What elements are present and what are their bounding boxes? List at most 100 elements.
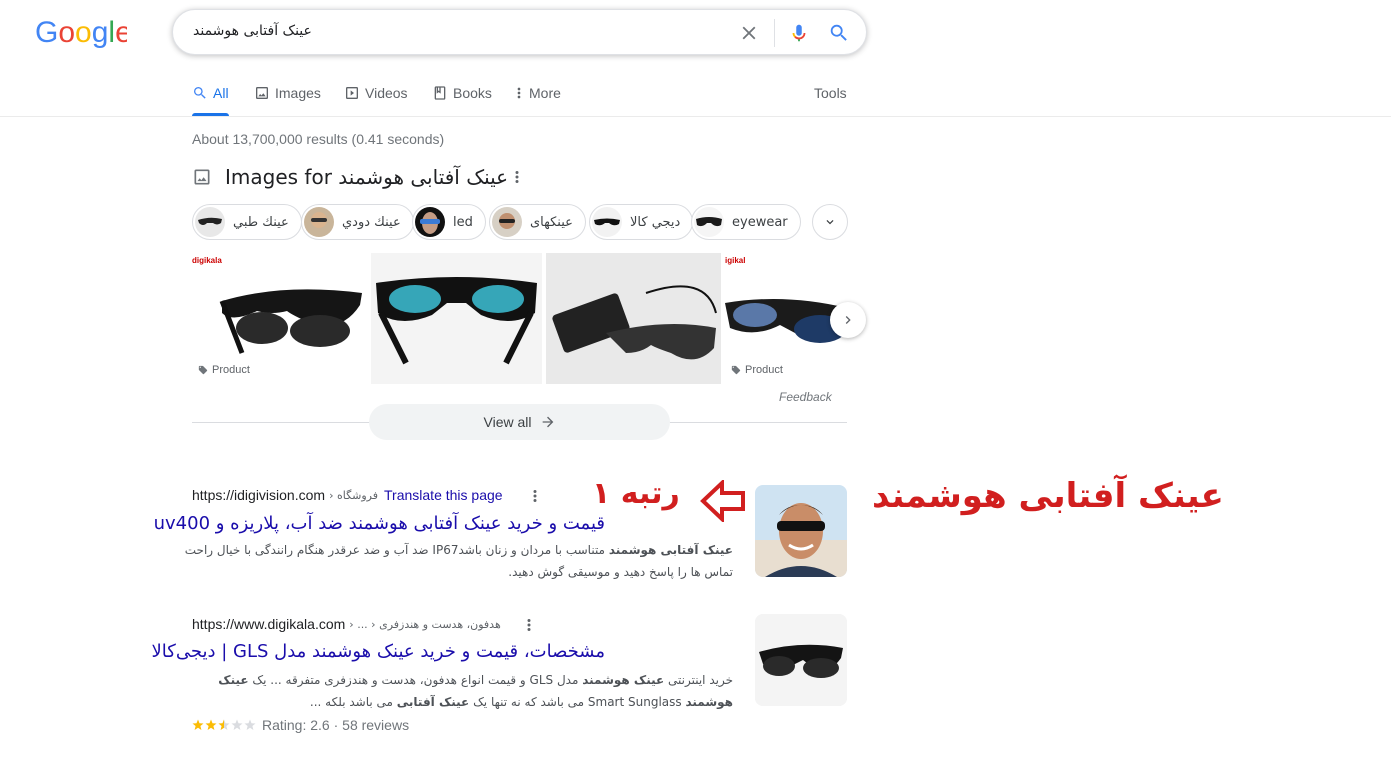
result-stats: About 13,700,000 results (0.41 seconds) [192,131,445,147]
image-chips: عينك طبي عينك دودي led عینکهای ديجي كالا… [192,204,852,240]
image-tile[interactable]: digikala Product [192,253,367,384]
image-tile[interactable] [546,253,721,384]
tools-label: Tools [814,85,847,101]
chip[interactable]: led [412,204,486,240]
tab-books[interactable]: Books [432,84,492,116]
image-tile[interactable]: igikal Product [725,253,847,384]
header-divider [0,116,1391,117]
chip[interactable]: ديجي كالا [589,204,694,240]
images-header: Images for عینک آفتابی هوشمند [192,165,532,191]
more-options-icon[interactable] [530,487,540,505]
divider [774,19,775,47]
result-title[interactable]: قیمت و خرید عینک آفتابی هوشمند ضد آب، پل… [154,513,605,535]
chip-thumbnail [415,207,445,237]
tab-all[interactable]: All [192,84,229,116]
search-result: https://idigivision.com › فروشگاه Transl… [154,485,847,587]
chip-thumbnail [592,207,622,237]
clear-icon[interactable] [738,22,760,44]
search-icon[interactable] [828,21,850,45]
search-input[interactable]: عینک آفتابی هوشمند [193,23,713,39]
snippet-text: Smart Sunglass می باشد که نه تنها یک [469,695,686,709]
translate-link[interactable]: Translate this page [384,487,503,503]
image-icon [256,87,268,99]
product-tag-label: Product [212,364,250,376]
chevron-right-icon [845,316,851,324]
tab-videos[interactable]: Videos [344,84,408,116]
snippet-text: مدل GLS و قیمت انواع هدفون، هدست و هندزف… [248,673,583,687]
chip[interactable]: eyewear [691,204,801,240]
chip-thumbnail [694,207,724,237]
chip-label: عينك دودي [342,214,401,230]
sunglasses-image [376,277,537,365]
chip-thumbnail [304,207,334,237]
result-url[interactable]: https://idigivision.com [192,487,325,503]
star-icon [192,719,256,730]
tab-more[interactable]: More [514,84,561,116]
chip-thumbnail [195,207,225,237]
result-url[interactable]: https://www.digikala.com [192,616,345,632]
more-options-icon[interactable] [512,168,522,186]
tab-label: More [529,85,561,101]
images-title: Images for عینک آفتابی هوشمند [225,165,509,189]
chip[interactable]: عينك طبي [192,204,302,240]
rating-text: Rating: 2.6 · 58 reviews [262,717,410,733]
site-watermark: igikal [725,256,746,265]
image-icon [194,169,210,185]
view-all-button[interactable]: View all [369,404,670,440]
tab-label: Books [453,85,492,101]
images-next-button[interactable] [830,302,866,338]
feedback-link[interactable]: Feedback [779,390,832,404]
tab-images[interactable]: Images [254,84,321,116]
result-breadcrumb: › ... › هدفون، هدست و هندزفری [349,617,501,631]
chip-label: led [453,214,473,230]
google-logo[interactable]: Google [35,16,127,48]
book-icon [434,86,446,100]
result-cite: https://www.digikala.com › ... › هدفون، … [192,616,501,632]
result-snippet: عینک آفتابی هوشمند متناسب با مردان و زنا… [173,539,733,583]
chip-thumbnail [492,207,522,237]
dots-vertical-icon [517,87,521,99]
rank-annotation: رتبه ۱ [592,476,680,511]
result-thumbnail[interactable] [755,485,847,577]
snippet-text: می باشد بلکه ... [309,695,397,709]
chip[interactable]: عینکهای [489,204,586,240]
chip[interactable]: عينك دودي [301,204,414,240]
snippet-text: خرید اینترنتی [664,673,733,687]
image-tile[interactable] [371,253,542,384]
product-tag: Product [731,364,783,376]
svg-text:Google: Google [35,16,127,48]
snippet-bold: عینک آفتابی [396,695,470,709]
view-all-label: View all [483,414,532,430]
video-icon [346,87,358,99]
rating-stars [192,719,256,731]
tab-label: All [213,85,229,101]
rating: Rating: 2.6 · 58 reviews [192,717,409,733]
chip-label: عینکهای [530,214,573,230]
smart-glasses-image [552,285,717,360]
product-tag: Product [198,364,250,376]
result-title[interactable]: مشخصات، قیمت و خرید عینک هوشمند مدل GLS … [152,641,605,663]
snippet-bold: عینک آفتابی هوشمند [608,543,733,557]
result-snippet: خرید اینترنتی عینک هوشمند مدل GLS و قیمت… [173,669,733,713]
product-tag-label: Product [745,364,783,376]
tag-icon [731,365,741,375]
chip-label: ديجي كالا [630,214,681,230]
result-thumbnail[interactable] [755,614,847,706]
chip-label: eyewear [732,214,788,230]
tag-icon [198,365,208,375]
more-options-icon[interactable] [524,616,534,634]
arrow-right-icon [542,416,553,428]
tab-label: Images [275,85,321,101]
search-tabs: All Images Videos Books More Tools [192,84,852,116]
site-watermark: digikala [192,256,222,265]
tools-button[interactable]: Tools [814,84,847,116]
result-breadcrumb: › فروشگاه [329,488,379,502]
arrow-left-icon [700,480,745,522]
result-cite: https://idigivision.com › فروشگاه Transl… [192,487,503,503]
chevron-down-icon [826,220,834,225]
chips-next-button[interactable] [812,204,848,240]
tab-label: Videos [365,85,408,101]
microphone-icon[interactable] [788,21,810,45]
keyword-annotation: عینک آفتابی هوشمند [872,476,1224,516]
search-box[interactable]: عینک آفتابی هوشمند [172,9,867,55]
